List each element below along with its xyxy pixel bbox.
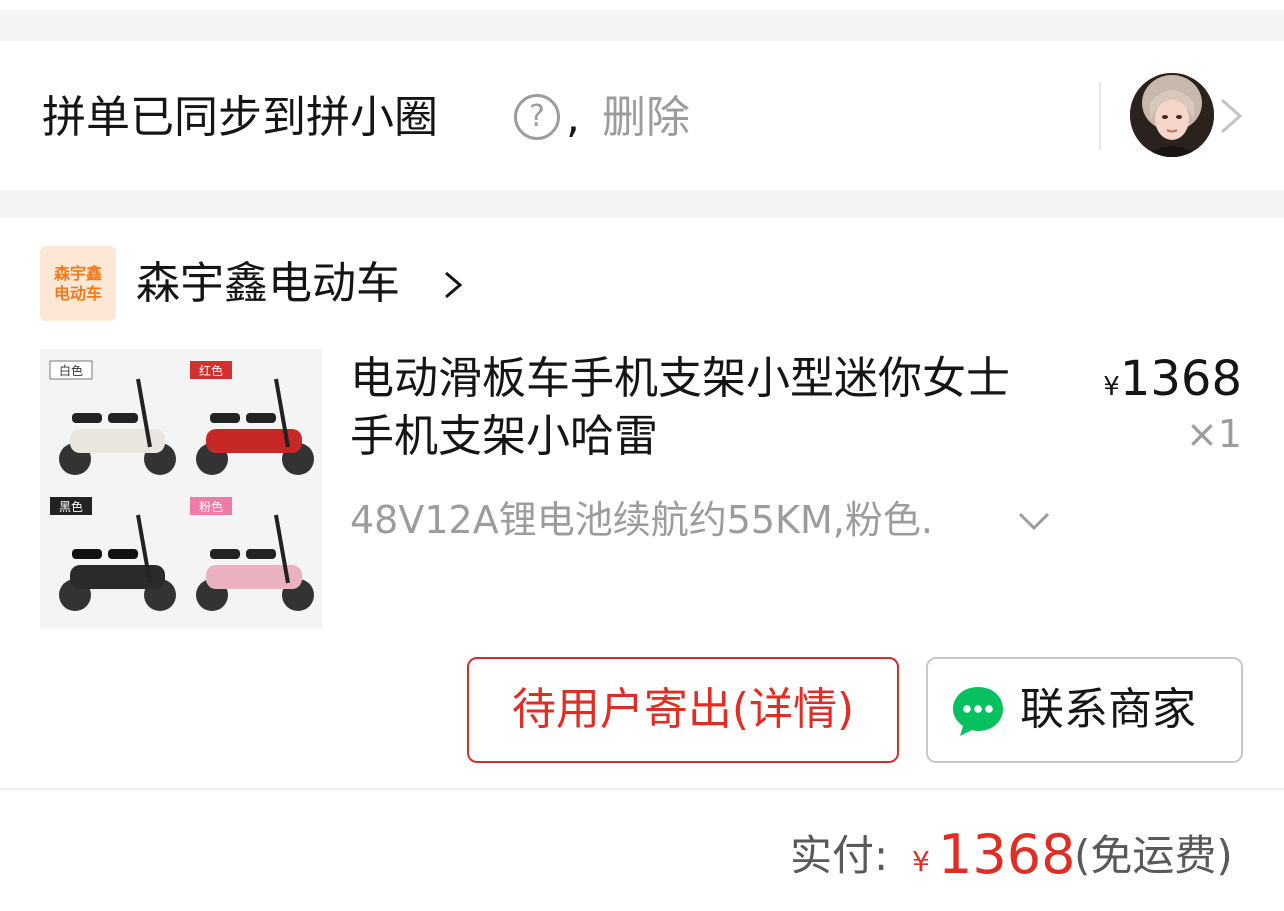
- shipping-note: (免运费): [1074, 831, 1233, 880]
- section-separator: [0, 190, 1284, 218]
- store-logo[interactable]: 森宇鑫 电动车: [40, 246, 116, 321]
- paid-amount: 1368: [938, 823, 1076, 886]
- scooter-image-grid: 白色 红色 黑色 粉色: [40, 349, 322, 629]
- divider: [0, 788, 1284, 790]
- contact-merchant-label: 联系商家: [1020, 684, 1196, 735]
- delete-link[interactable]: 删除: [602, 88, 690, 148]
- price-currency: ¥: [1103, 372, 1120, 402]
- user-avatar[interactable]: [1130, 73, 1214, 157]
- store-logo-line2: 电动车: [53, 283, 102, 303]
- vertical-divider: [1099, 82, 1101, 150]
- product-quantity: ×1: [1185, 412, 1242, 456]
- chat-bubble-icon: [950, 683, 1006, 739]
- chevron-right-icon[interactable]: [440, 268, 466, 302]
- paid-currency: ¥: [912, 845, 930, 878]
- paid-label: 实付:: [790, 831, 889, 880]
- label-white: 白色: [59, 363, 83, 378]
- avatar-image: [1130, 73, 1214, 157]
- product-price: ¥1368: [1103, 350, 1242, 408]
- price-value: 1368: [1119, 351, 1242, 407]
- chevron-right-icon[interactable]: [1214, 96, 1248, 136]
- contact-merchant-button[interactable]: 联系商家: [926, 657, 1243, 763]
- sync-banner-comma: ,: [566, 92, 580, 143]
- product-image[interactable]: 白色 红色 黑色 粉色: [40, 349, 322, 629]
- label-pink: 粉色: [199, 500, 223, 514]
- store-logo-line1: 森宇鑫: [53, 263, 102, 283]
- chevron-down-icon[interactable]: [1016, 510, 1052, 534]
- sync-banner-text: 拼单已同步到拼小圈: [42, 92, 438, 143]
- help-icon[interactable]: ?: [514, 94, 560, 140]
- label-red: 红色: [199, 363, 223, 378]
- label-black: 黑色: [59, 500, 83, 514]
- product-spec[interactable]: 48V12A锂电池续航约55KM,粉色.: [350, 492, 933, 548]
- top-separator: [0, 10, 1284, 41]
- awaiting-shipment-button[interactable]: 待用户寄出(详情): [467, 657, 899, 763]
- product-title[interactable]: 电动滑板车手机支架小型迷你女士手机支架小哈雷: [350, 350, 1050, 466]
- store-name[interactable]: 森宇鑫电动车: [136, 254, 400, 314]
